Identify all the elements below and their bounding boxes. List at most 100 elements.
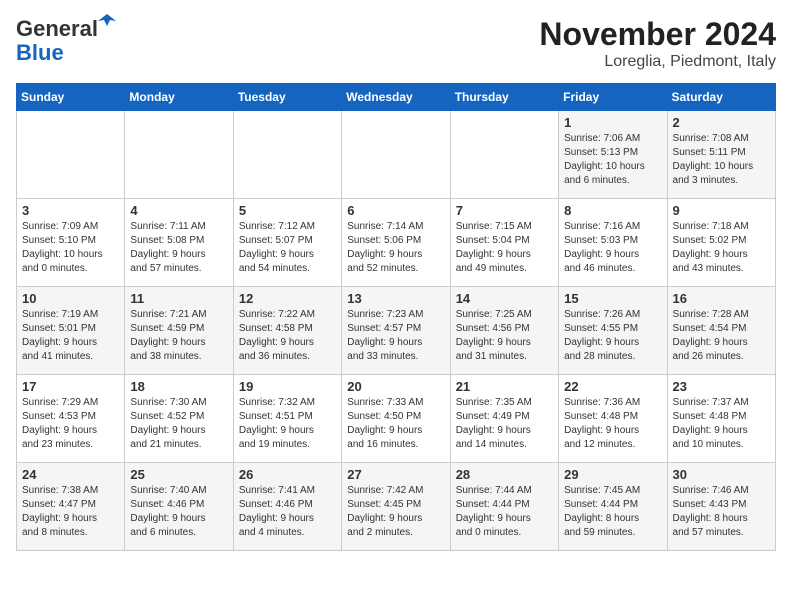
calendar-week-row: 24 Sunrise: 7:38 AM Sunset: 4:47 PM Dayli… — [17, 463, 776, 551]
logo-blue: Blue — [16, 40, 64, 66]
day-info: Sunrise: 7:09 AM Sunset: 5:10 PM Dayligh… — [22, 220, 119, 276]
day-info: Sunrise: 7:28 AM Sunset: 4:54 PM Dayligh… — [673, 308, 770, 364]
calendar-cell: 21 Sunrise: 7:35 AM Sunset: 4:49 PM Dayli… — [450, 375, 558, 463]
day-number: 15 — [564, 291, 661, 306]
calendar-cell: 20 Sunrise: 7:33 AM Sunset: 4:50 PM Dayli… — [342, 375, 450, 463]
calendar-cell: 1Sunrise: 7:06 AM Sunset: 5:13 PM Daylig… — [559, 111, 667, 199]
logo-general: General — [16, 16, 98, 41]
day-info: Sunrise: 7:30 AM Sunset: 4:52 PM Dayligh… — [130, 396, 227, 452]
calendar-cell: 10 Sunrise: 7:19 AM Sunset: 5:01 PM Dayli… — [17, 287, 125, 375]
day-number: 8 — [564, 203, 661, 218]
day-number: 23 — [673, 379, 770, 394]
day-number: 9 — [673, 203, 770, 218]
calendar-cell: 30 Sunrise: 7:46 AM Sunset: 4:43 PM Dayli… — [667, 463, 775, 551]
day-info: Sunrise: 7:33 AM Sunset: 4:50 PM Dayligh… — [347, 396, 444, 452]
day-info: Sunrise: 7:08 AM Sunset: 5:11 PM Dayligh… — [673, 132, 770, 188]
calendar-week-row: 3 Sunrise: 7:09 AM Sunset: 5:10 PM Daylig… — [17, 199, 776, 287]
weekday-header: Friday — [559, 84, 667, 111]
weekday-header: Tuesday — [233, 84, 341, 111]
calendar-cell: 23 Sunrise: 7:37 AM Sunset: 4:48 PM Dayli… — [667, 375, 775, 463]
calendar-cell: 14 Sunrise: 7:25 AM Sunset: 4:56 PM Dayli… — [450, 287, 558, 375]
calendar-cell: 25 Sunrise: 7:40 AM Sunset: 4:46 PM Dayli… — [125, 463, 233, 551]
calendar-cell: 6Sunrise: 7:14 AM Sunset: 5:06 PM Daylig… — [342, 199, 450, 287]
calendar-cell: 9 Sunrise: 7:18 AM Sunset: 5:02 PM Daylig… — [667, 199, 775, 287]
day-number: 22 — [564, 379, 661, 394]
day-info: Sunrise: 7:21 AM Sunset: 4:59 PM Dayligh… — [130, 308, 227, 364]
day-info: Sunrise: 7:40 AM Sunset: 4:46 PM Dayligh… — [130, 484, 227, 540]
day-info: Sunrise: 7:25 AM Sunset: 4:56 PM Dayligh… — [456, 308, 553, 364]
day-number: 5 — [239, 203, 336, 218]
calendar-cell: 29Sunrise: 7:45 AM Sunset: 4:44 PM Dayli… — [559, 463, 667, 551]
day-info: Sunrise: 7:26 AM Sunset: 4:55 PM Dayligh… — [564, 308, 661, 364]
calendar-cell: 4 Sunrise: 7:11 AM Sunset: 5:08 PM Daylig… — [125, 199, 233, 287]
day-number: 20 — [347, 379, 444, 394]
day-number: 26 — [239, 467, 336, 482]
day-info: Sunrise: 7:16 AM Sunset: 5:03 PM Dayligh… — [564, 220, 661, 276]
title-area: November 2024 Loreglia, Piedmont, Italy — [539, 16, 776, 71]
day-number: 25 — [130, 467, 227, 482]
calendar-cell: 19 Sunrise: 7:32 AM Sunset: 4:51 PM Dayli… — [233, 375, 341, 463]
day-number: 7 — [456, 203, 553, 218]
day-number: 13 — [347, 291, 444, 306]
calendar-cell: 11 Sunrise: 7:21 AM Sunset: 4:59 PM Dayli… — [125, 287, 233, 375]
calendar-week-row: 17 Sunrise: 7:29 AM Sunset: 4:53 PM Dayli… — [17, 375, 776, 463]
calendar-cell: 16 Sunrise: 7:28 AM Sunset: 4:54 PM Dayli… — [667, 287, 775, 375]
day-info: Sunrise: 7:32 AM Sunset: 4:51 PM Dayligh… — [239, 396, 336, 452]
day-info: Sunrise: 7:15 AM Sunset: 5:04 PM Dayligh… — [456, 220, 553, 276]
day-number: 19 — [239, 379, 336, 394]
day-info: Sunrise: 7:46 AM Sunset: 4:43 PM Dayligh… — [673, 484, 770, 540]
day-number: 27 — [347, 467, 444, 482]
calendar: SundayMondayTuesdayWednesdayThursdayFrid… — [16, 83, 776, 551]
day-number: 10 — [22, 291, 119, 306]
weekday-header: Saturday — [667, 84, 775, 111]
day-number: 4 — [130, 203, 227, 218]
day-info: Sunrise: 7:42 AM Sunset: 4:45 PM Dayligh… — [347, 484, 444, 540]
calendar-cell: 17 Sunrise: 7:29 AM Sunset: 4:53 PM Dayli… — [17, 375, 125, 463]
day-number: 11 — [130, 291, 227, 306]
day-info: Sunrise: 7:18 AM Sunset: 5:02 PM Dayligh… — [673, 220, 770, 276]
calendar-cell — [342, 111, 450, 199]
logo-bird-icon — [98, 12, 116, 30]
day-number: 28 — [456, 467, 553, 482]
calendar-cell: 26 Sunrise: 7:41 AM Sunset: 4:46 PM Dayli… — [233, 463, 341, 551]
day-number: 14 — [456, 291, 553, 306]
day-info: Sunrise: 7:45 AM Sunset: 4:44 PM Dayligh… — [564, 484, 661, 540]
day-info: Sunrise: 7:41 AM Sunset: 4:46 PM Dayligh… — [239, 484, 336, 540]
day-number: 24 — [22, 467, 119, 482]
day-info: Sunrise: 7:22 AM Sunset: 4:58 PM Dayligh… — [239, 308, 336, 364]
day-info: Sunrise: 7:38 AM Sunset: 4:47 PM Dayligh… — [22, 484, 119, 540]
calendar-cell — [450, 111, 558, 199]
day-info: Sunrise: 7:35 AM Sunset: 4:49 PM Dayligh… — [456, 396, 553, 452]
calendar-cell: 8 Sunrise: 7:16 AM Sunset: 5:03 PM Daylig… — [559, 199, 667, 287]
day-info: Sunrise: 7:29 AM Sunset: 4:53 PM Dayligh… — [22, 396, 119, 452]
day-number: 2 — [673, 115, 770, 130]
weekday-header: Wednesday — [342, 84, 450, 111]
day-number: 21 — [456, 379, 553, 394]
calendar-week-row: 1Sunrise: 7:06 AM Sunset: 5:13 PM Daylig… — [17, 111, 776, 199]
calendar-cell: 24 Sunrise: 7:38 AM Sunset: 4:47 PM Dayli… — [17, 463, 125, 551]
calendar-cell: 7 Sunrise: 7:15 AM Sunset: 5:04 PM Daylig… — [450, 199, 558, 287]
calendar-cell: 3 Sunrise: 7:09 AM Sunset: 5:10 PM Daylig… — [17, 199, 125, 287]
day-info: Sunrise: 7:37 AM Sunset: 4:48 PM Dayligh… — [673, 396, 770, 452]
weekday-header: Monday — [125, 84, 233, 111]
calendar-cell — [17, 111, 125, 199]
day-number: 1 — [564, 115, 661, 130]
calendar-cell: 28Sunrise: 7:44 AM Sunset: 4:44 PM Dayli… — [450, 463, 558, 551]
day-number: 3 — [22, 203, 119, 218]
day-number: 16 — [673, 291, 770, 306]
calendar-cell: 2 Sunrise: 7:08 AM Sunset: 5:11 PM Daylig… — [667, 111, 775, 199]
day-number: 12 — [239, 291, 336, 306]
calendar-cell: 22Sunrise: 7:36 AM Sunset: 4:48 PM Dayli… — [559, 375, 667, 463]
calendar-header: SundayMondayTuesdayWednesdayThursdayFrid… — [17, 84, 776, 111]
day-info: Sunrise: 7:12 AM Sunset: 5:07 PM Dayligh… — [239, 220, 336, 276]
day-info: Sunrise: 7:11 AM Sunset: 5:08 PM Dayligh… — [130, 220, 227, 276]
calendar-cell: 18Sunrise: 7:30 AM Sunset: 4:52 PM Dayli… — [125, 375, 233, 463]
location-title: Loreglia, Piedmont, Italy — [539, 53, 776, 71]
weekday-header: Thursday — [450, 84, 558, 111]
day-number: 17 — [22, 379, 119, 394]
day-info: Sunrise: 7:14 AM Sunset: 5:06 PM Dayligh… — [347, 220, 444, 276]
calendar-cell — [233, 111, 341, 199]
day-number: 30 — [673, 467, 770, 482]
calendar-cell — [125, 111, 233, 199]
day-info: Sunrise: 7:19 AM Sunset: 5:01 PM Dayligh… — [22, 308, 119, 364]
